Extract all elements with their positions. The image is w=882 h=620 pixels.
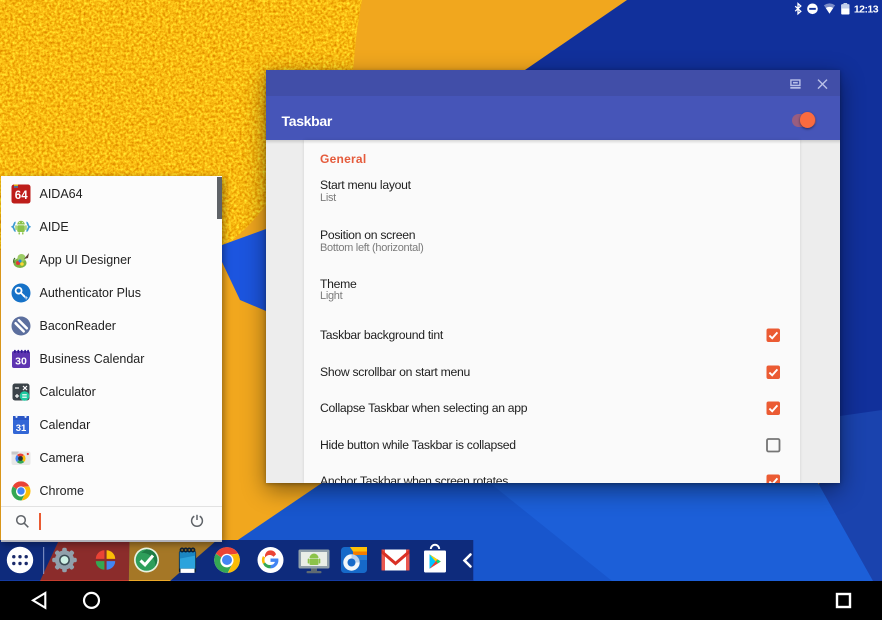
svg-text:64: 64	[14, 190, 27, 202]
svg-text:12:13: 12:13	[854, 4, 879, 16]
svg-text:31: 31	[15, 422, 26, 433]
svg-text:+: +	[24, 295, 28, 302]
svg-text:30: 30	[15, 355, 27, 367]
